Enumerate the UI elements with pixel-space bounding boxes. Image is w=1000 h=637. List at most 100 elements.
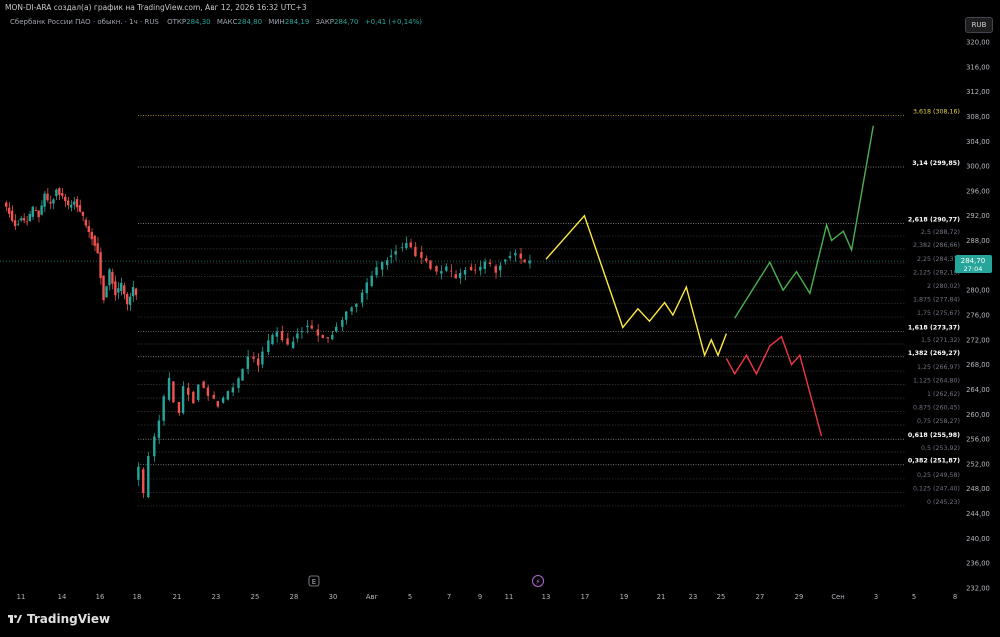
time-tick-label: 9 — [478, 593, 482, 601]
time-tick-label: 3 — [874, 593, 878, 601]
candle-body — [469, 266, 473, 270]
candle-body — [40, 205, 43, 215]
candle-body — [280, 331, 284, 341]
candle-body — [22, 217, 26, 221]
candle-body — [370, 275, 373, 286]
candle-body — [414, 246, 417, 257]
candle-body — [49, 201, 52, 204]
candle-body — [355, 304, 358, 308]
candle-body — [187, 387, 190, 395]
candle-body — [514, 252, 517, 256]
candle-body — [78, 205, 82, 212]
candle-body — [389, 255, 393, 258]
candle-body — [257, 358, 260, 366]
candle-body — [360, 292, 364, 303]
projection-yellow-path — [545, 214, 728, 358]
candle-body — [102, 275, 105, 301]
bar-countdown: 27:04 — [964, 265, 983, 273]
fib-level-label: 1,382 (269,27) — [908, 350, 960, 357]
candle-body — [454, 274, 457, 279]
candle-body — [488, 262, 492, 264]
fib-level-label: 1 (262,62) — [927, 391, 960, 398]
candle-body — [19, 218, 23, 221]
candle-body — [55, 189, 58, 197]
candle-body — [5, 202, 8, 207]
fib-level-label: 2,5 (288,72) — [921, 229, 960, 236]
candle-body — [147, 456, 150, 498]
fib-level-label: 1,5 (271,32) — [921, 337, 960, 344]
candle-body — [344, 311, 348, 320]
fib-level-label: 2,382 (286,66) — [913, 242, 960, 249]
candle-body — [261, 351, 264, 365]
fib-level-label: 0 (245,23) — [927, 499, 960, 506]
candle-body — [34, 210, 37, 211]
price-axis: 320,00 316,00 312,00 308,00 304,00 300,00 296,… — [966, 39, 990, 593]
price-tick-label: 264,00 — [966, 386, 990, 394]
candle-body — [123, 285, 126, 295]
time-tick-label: 29 — [795, 593, 804, 601]
fib-level-label: 3,14 (299,85) — [912, 160, 960, 167]
candle-body — [61, 193, 64, 196]
candle-body — [25, 221, 29, 223]
candle-body — [316, 329, 320, 336]
candle-body — [153, 436, 156, 457]
fib-level-label: 2,125 (282,19) — [913, 270, 960, 277]
candle-body — [519, 253, 522, 259]
price-tick-label: 252,00 — [966, 460, 990, 468]
candle-body — [275, 331, 279, 337]
candle-body — [445, 266, 448, 271]
candle-body — [7, 207, 11, 214]
candle-body — [46, 193, 49, 201]
candle-body — [350, 307, 353, 312]
fib-level-label: 0,618 (255,98) — [908, 432, 960, 439]
time-tick-label: Сен — [831, 593, 844, 601]
fib-level-label: 1,618 (273,37) — [908, 324, 960, 331]
candle-body — [291, 341, 295, 348]
candle-body — [131, 286, 135, 297]
candle-body — [117, 288, 120, 293]
candle-body — [212, 394, 215, 399]
candle-body — [306, 325, 309, 328]
price-tick-label: 276,00 — [966, 312, 990, 320]
price-tick-label: 244,00 — [966, 510, 990, 518]
time-tick-label: 28 — [290, 593, 299, 601]
candle-body — [125, 294, 129, 305]
candle-body — [216, 401, 220, 407]
projection-red-path — [725, 335, 823, 437]
candle-body — [13, 220, 17, 227]
candle-body — [321, 334, 324, 338]
candle-body — [134, 288, 138, 296]
candle-body — [394, 251, 397, 255]
projection-green-path — [734, 125, 874, 319]
candle-body — [365, 282, 368, 294]
price-tick-label: 240,00 — [966, 535, 990, 543]
price-chart[interactable]: 3,618 (308,16) 3,14 (299,85) 2,618 (290,77… — [0, 0, 1000, 606]
candle-body — [114, 281, 117, 296]
time-tick-label: 30 — [329, 593, 338, 601]
candle-body — [87, 226, 90, 233]
time-tick-label: 13 — [542, 593, 551, 601]
candle-body — [435, 266, 438, 272]
time-tick-label: 23 — [689, 593, 698, 601]
price-tick-label: 236,00 — [966, 560, 990, 568]
time-tick-label: 11 — [17, 593, 26, 601]
tradingview-logo[interactable]: TradingView — [8, 612, 110, 626]
candle-body — [335, 326, 338, 332]
price-tick-label: 260,00 — [966, 411, 990, 419]
candle-body — [473, 269, 477, 271]
candle-body — [162, 396, 165, 421]
last-price-tag: 284,70 27:04 — [955, 255, 992, 273]
candle-body — [93, 235, 96, 246]
candle-body — [508, 255, 512, 258]
candle-body — [341, 320, 344, 327]
candle-body — [31, 206, 34, 217]
price-tick-label: 304,00 — [966, 138, 990, 146]
candle-body — [177, 402, 181, 413]
candle-body — [10, 210, 14, 221]
candle-body — [380, 261, 384, 270]
candle-body — [128, 296, 132, 305]
earnings-marker-label: E — [312, 578, 316, 586]
candle-body — [400, 247, 404, 249]
candle-body — [271, 334, 274, 345]
candle-body — [69, 204, 73, 208]
